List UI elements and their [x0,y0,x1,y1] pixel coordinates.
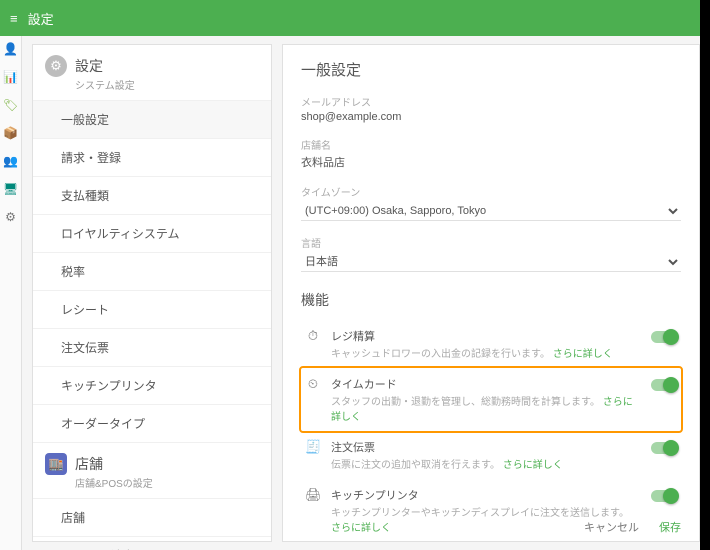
rail-icon[interactable]: 📦 [3,126,18,140]
sidebar-item[interactable]: ロイヤルティシステム [33,214,271,252]
sidebar-item[interactable]: 一般設定 [33,100,271,138]
feature-row: ⏲ タイムカードスタッフの出勤・退勤を管理し、総勤務時間を計算します。 さらに詳し… [301,368,681,431]
rail-icon[interactable]: 📊 [3,70,18,84]
tz-select[interactable]: (UTC+09:00) Osaka, Sapporo, Tokyo [301,202,681,221]
feature-desc: 伝票に注文の追加や取消を行えます。 さらに詳しく [331,456,641,471]
feature-row: ⏱ レジ精算キャッシュドロワーの入出金の記録を行います。 さらに詳しく [301,320,681,368]
feature-title: レジ精算 [331,328,641,344]
feature-toggle[interactable] [651,379,677,391]
main-panel: 一般設定 メールアドレス shop@example.com 店舗名衣料品店 タイム… [282,44,700,542]
left-rail: 👤 📊 🏷 📦 👥 🖥 ⚙ [0,36,22,550]
sidebar-item[interactable]: 注文伝票 [33,328,271,366]
cancel-button[interactable]: キャンセル [584,519,639,535]
save-button[interactable]: 保存 [659,519,681,535]
feature-toggle[interactable] [651,490,677,502]
feature-icon: 🧾 [305,439,321,455]
section-header-store: 🏬 店舗 [33,442,271,479]
feature-icon: ⏲ [305,376,321,392]
learn-more-link[interactable]: さらに詳しく [331,397,633,423]
feature-desc: スタッフの出勤・退勤を管理し、総勤務時間を計算します。 さらに詳しく [331,393,641,423]
sidebar-item[interactable]: レシート [33,290,271,328]
settings-sidebar: ⚙ 設定 システム設定 一般設定請求・登録支払種類ロイヤルティシステム税率レシー… [32,44,272,542]
general-heading: 一般設定 [301,59,681,80]
features-heading: 機能 [301,290,681,310]
sidebar-item[interactable]: 税率 [33,252,271,290]
section-subtitle: 店舗&POSの設定 [33,475,271,498]
rail-icon[interactable]: ⚙ [5,210,16,224]
sidebar-item[interactable]: キッチンプリンタ [33,366,271,404]
sidebar-item[interactable]: 店舗 [33,498,271,536]
email-value: shop@example.com [301,111,681,123]
store-icon: 🏬 [45,453,67,475]
shop-value: 衣料品店 [301,154,681,170]
rail-icon[interactable]: 👥 [3,154,18,168]
email-label: メールアドレス [301,94,681,109]
page-title: 設定 [28,9,54,28]
feature-row: 🧾 注文伝票伝票に注文の追加や取消を行えます。 さらに詳しく [301,431,681,479]
section-header-settings: ⚙ 設定 [33,45,271,81]
learn-more-link[interactable]: さらに詳しく [553,349,613,360]
rail-icon[interactable]: 🖥 [3,182,18,196]
feature-desc: キャッシュドロワーの入出金の記録を行います。 さらに詳しく [331,345,641,360]
shop-label: 店舗名 [301,137,681,152]
lang-label: 言語 [301,235,681,250]
feature-toggle[interactable] [651,442,677,454]
rail-icon[interactable]: 👤 [3,42,18,56]
sidebar-item[interactable]: 支払種類 [33,176,271,214]
section-subtitle: システム設定 [33,77,271,100]
section-title: 設定 [75,56,103,76]
feature-icon: 🖨 [305,487,321,503]
learn-more-link[interactable]: さらに詳しく [503,460,563,471]
feature-title: タイムカード [331,376,641,392]
rail-icon[interactable]: 🏷 [3,98,18,112]
section-title: 店舗 [75,454,103,474]
sidebar-item[interactable]: 請求・登録 [33,138,271,176]
hamburger-icon[interactable]: ≡ [10,11,18,26]
lang-select[interactable]: 日本語 [301,253,681,272]
sidebar-item[interactable]: オーダータイプ [33,404,271,442]
footer-actions: キャンセル 保存 [584,519,681,535]
learn-more-link[interactable]: さらに詳しく [331,523,391,534]
feature-toggle[interactable] [651,331,677,343]
topbar: ≡ 設定 [0,0,710,36]
feature-title: キッチンプリンタ [331,487,641,503]
feature-title: 注文伝票 [331,439,641,455]
feature-icon: ⏱ [305,328,321,344]
tz-label: タイムゾーン [301,184,681,199]
sidebar-item[interactable]: POSレジ端末 [33,536,271,550]
gear-icon: ⚙ [45,55,67,77]
